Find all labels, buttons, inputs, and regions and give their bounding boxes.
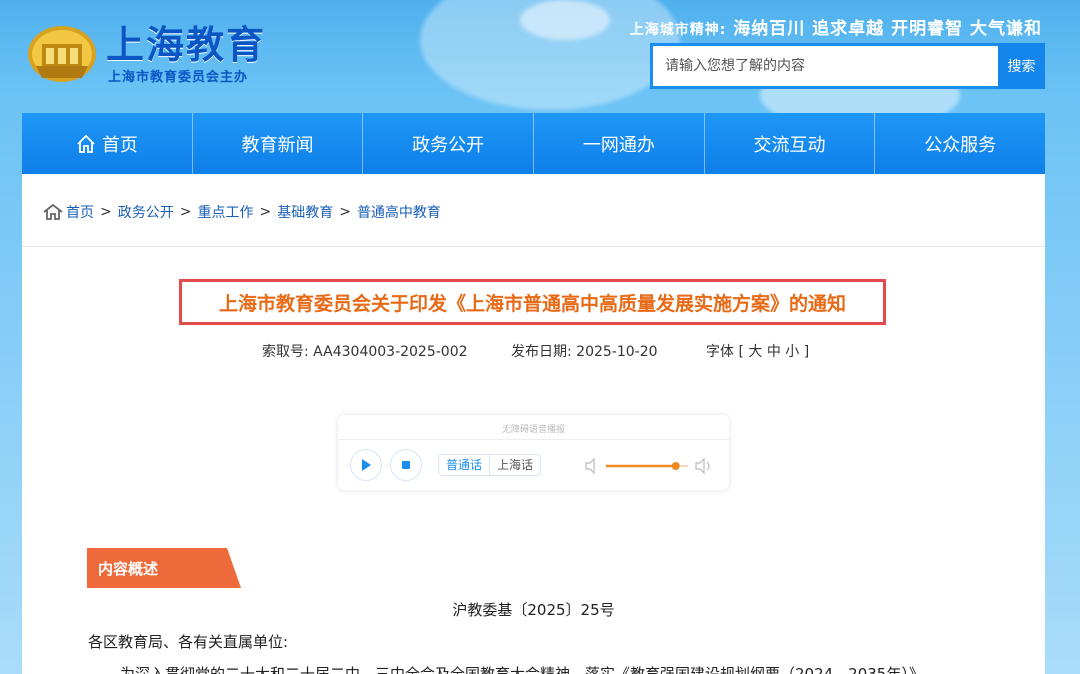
stop-button[interactable]	[390, 449, 422, 481]
font-large-button[interactable]: 大	[748, 344, 762, 360]
volume-down-icon	[585, 457, 595, 475]
nav-item-label: 首页	[101, 134, 138, 156]
main-nav: 首页 教育新闻 政务公开 一网通办 交流互动 公众服务	[22, 113, 1045, 174]
language-toggle: 普通话 上海话	[438, 454, 542, 476]
player-title: 无障碍语音播报	[501, 425, 565, 435]
index-number: 索取号: AA4304003-2025-002	[262, 341, 468, 361]
nav-item-public-services[interactable]: 公众服务	[875, 113, 1045, 174]
main-content: 首页 > 政务公开 > 重点工作 > 基础教育 > 普通高中教育 上海市教育委员…	[22, 174, 1045, 674]
search-input[interactable]	[650, 43, 998, 89]
breadcrumb-separator: >	[100, 204, 112, 220]
date-value: 2025-10-20	[576, 344, 658, 360]
nav-item-interaction[interactable]: 交流互动	[705, 113, 876, 174]
slogan-text: 海纳百川 追求卓越 开明睿智 大气谦和	[733, 19, 1042, 39]
body-paragraph: 为深入贯彻党的二十大和二十届二中、三中全会及全国教育大会精神，落实《教育强国建设…	[120, 665, 924, 674]
font-small-button[interactable]: 小	[785, 344, 799, 360]
font-label: 字体 [	[706, 344, 744, 360]
divider	[22, 246, 1045, 247]
breadcrumb-key-work[interactable]: 重点工作	[197, 202, 253, 222]
publish-date: 发布日期: 2025-10-20	[511, 341, 658, 361]
font-medium-button[interactable]: 中	[767, 344, 781, 360]
nav-item-home[interactable]: 首页	[22, 113, 193, 174]
date-label: 发布日期:	[511, 344, 572, 360]
lang-mandarin-button[interactable]: 普通话	[439, 455, 491, 475]
index-label: 索取号:	[262, 344, 309, 360]
breadcrumb: 首页 > 政务公开 > 重点工作 > 基础教育 > 普通高中教育	[42, 202, 441, 222]
home-icon	[77, 134, 95, 153]
breadcrumb-basic-education[interactable]: 基础教育	[277, 202, 333, 222]
nav-item-education-news[interactable]: 教育新闻	[193, 113, 364, 174]
font-size-control: 字体 [ 大 中 小 ]	[706, 341, 809, 361]
nav-item-label: 政务公开	[412, 134, 485, 156]
breadcrumb-separator: >	[339, 204, 351, 220]
document-number: 沪教委基〔2025〕25号	[452, 601, 615, 619]
lang-shanghainese-button[interactable]: 上海话	[490, 455, 540, 475]
site-header: 上海教育 上海市教育委员会主办 上海城市精神: 海纳百川 追求卓越 开明睿智 大…	[0, 0, 1080, 112]
search-bar: 搜索	[650, 43, 1045, 89]
nav-item-label: 交流互动	[753, 134, 826, 156]
nav-item-label: 教育新闻	[241, 134, 314, 156]
breadcrumb-separator: >	[179, 204, 192, 220]
site-title[interactable]: 上海教育	[106, 14, 266, 69]
home-icon	[43, 203, 63, 220]
section-tag: 内容概述	[87, 548, 241, 588]
slogan-label: 上海城市精神:	[629, 22, 727, 38]
site-subtitle: 上海市教育委员会主办	[108, 70, 249, 85]
nav-item-label: 公众服务	[924, 134, 997, 156]
salutation: 各区教育局、各有关直属单位:	[88, 633, 289, 651]
breadcrumb-high-school-education[interactable]: 普通高中教育	[357, 202, 441, 222]
volume-knob	[671, 462, 680, 470]
index-value: AA4304003-2025-002	[313, 344, 468, 360]
volume-up-icon	[695, 457, 705, 475]
site-logo-icon[interactable]	[26, 18, 98, 84]
volume-slider[interactable]	[584, 456, 714, 476]
breadcrumb-separator: >	[259, 204, 272, 220]
city-slogan: 上海城市精神: 海纳百川 追求卓越 开明睿智 大气谦和	[630, 14, 1042, 39]
nav-item-label: 一网通办	[582, 134, 655, 156]
nav-item-government-affairs[interactable]: 政务公开	[363, 113, 535, 174]
breadcrumb-home[interactable]: 首页	[66, 202, 94, 222]
search-button[interactable]: 搜索	[998, 43, 1045, 89]
breadcrumb-government-affairs[interactable]: 政务公开	[118, 202, 174, 222]
section-label: 内容概述	[98, 560, 159, 578]
play-button[interactable]	[350, 449, 382, 481]
nav-item-one-stop-service[interactable]: 一网通办	[534, 113, 705, 174]
article-title: 上海市教育委员会关于印发《上海市普通高中高质量发展实施方案》的通知	[218, 292, 846, 315]
audio-player: 无障碍语音播报 普通话 上海话	[338, 415, 729, 490]
article-title-box: 上海市教育委员会关于印发《上海市普通高中高质量发展实施方案》的通知	[179, 279, 886, 325]
font-end: ]	[803, 344, 810, 360]
play-icon	[362, 459, 371, 471]
stop-icon	[402, 461, 410, 469]
divider	[338, 439, 729, 440]
